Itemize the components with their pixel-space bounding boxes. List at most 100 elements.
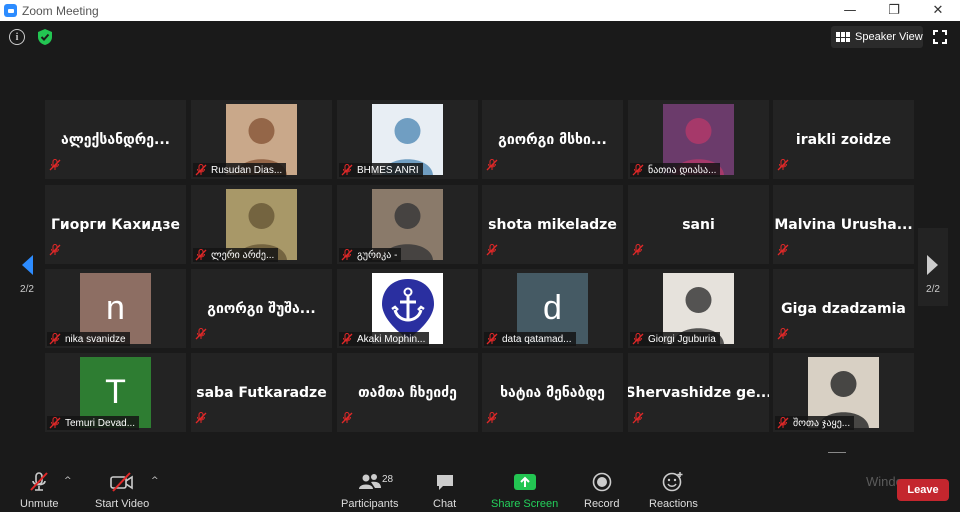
participant-tile[interactable]: გურიკა -	[337, 185, 478, 264]
maximize-button[interactable]: ❐	[872, 0, 916, 21]
muted-mic-icon	[195, 412, 207, 424]
mute-indicator	[486, 409, 502, 428]
fullscreen-icon[interactable]	[933, 30, 947, 44]
encryption-shield-icon[interactable]	[37, 28, 53, 46]
muted-mic-icon	[632, 244, 644, 256]
participant-tile[interactable]: გიორგი შუშა...	[191, 269, 332, 348]
speaker-view-label: Speaker View	[855, 31, 923, 43]
participant-display-name: გიორგი მსხი...	[498, 131, 607, 148]
participant-name-label: Temuri Devad...	[47, 416, 140, 430]
participant-display-name: თამთა ჩხეიძე	[358, 384, 457, 401]
participant-tile[interactable]: n nika svanidze	[45, 269, 186, 348]
muted-mic-icon	[486, 412, 498, 424]
reactions-label: Reactions	[649, 498, 698, 510]
participant-display-name: saba Futkaradze	[196, 384, 327, 401]
participant-tile[interactable]: ხატია მენაბდე	[482, 353, 623, 432]
next-page-nav[interactable]: 2/2	[918, 228, 948, 306]
participant-name-label: ლერი არძე...	[193, 248, 279, 262]
left-arrow-icon	[22, 255, 33, 275]
muted-mic-icon	[49, 159, 61, 171]
avatar-initial: d	[543, 289, 562, 327]
share-screen-label: Share Screen	[491, 498, 559, 510]
participant-tile[interactable]: შოთა ჯაყე...	[773, 353, 914, 432]
participant-name: nika svanidze	[65, 333, 126, 345]
muted-mic-icon	[777, 328, 789, 340]
participant-name-label: data qatamad...	[484, 332, 576, 346]
unmute-button[interactable]: Unmute	[20, 472, 59, 510]
start-video-label: Start Video	[95, 498, 150, 510]
avatar-initial: T	[105, 373, 126, 411]
muted-mic-icon	[777, 244, 789, 256]
muted-mic-icon	[777, 417, 789, 429]
participant-tile[interactable]: Akaki Mophin...	[337, 269, 478, 348]
mute-indicator	[49, 241, 65, 260]
participant-tile[interactable]: ლერი არძე...	[191, 185, 332, 264]
divider	[828, 452, 846, 453]
page-indicator-right: 2/2	[926, 284, 940, 295]
muted-mic-icon	[777, 159, 789, 171]
participant-display-name: ხატია მენაბდე	[500, 384, 605, 401]
audio-options-caret-icon[interactable]: ^	[64, 476, 72, 486]
window-controls: — ❐ ✕	[828, 0, 960, 21]
mute-indicator	[777, 241, 793, 260]
participant-tile[interactable]: Giga dzadzamia	[773, 269, 914, 348]
participant-tile[interactable]: გიორგი მსხი...	[482, 100, 623, 179]
unmute-label: Unmute	[20, 498, 59, 510]
muted-mic-icon	[632, 164, 644, 176]
grid-view-icon	[836, 32, 850, 42]
start-video-button[interactable]: Start Video	[95, 472, 149, 510]
participant-name-label: Akaki Mophin...	[339, 332, 430, 346]
close-button[interactable]: ✕	[916, 0, 960, 21]
participant-tile[interactable]: BHMES ANRI	[337, 100, 478, 179]
mute-indicator	[486, 156, 502, 175]
participant-tile[interactable]: Giorgi Jguburia	[628, 269, 769, 348]
participant-tile[interactable]: sani	[628, 185, 769, 264]
record-button[interactable]: Record	[584, 472, 619, 510]
participant-tile[interactable]: თამთა ჩხეიძე	[337, 353, 478, 432]
right-arrow-icon	[927, 255, 938, 275]
participant-tile[interactable]: d data qatamad...	[482, 269, 623, 348]
muted-mic-icon	[341, 412, 353, 424]
participant-name: ნათია დიასა...	[648, 164, 717, 176]
mute-indicator	[632, 241, 648, 260]
mute-indicator	[341, 409, 357, 428]
participant-name-label: Rusudan Dias...	[193, 163, 287, 177]
participants-label: Participants	[341, 498, 399, 510]
previous-page-nav[interactable]: 2/2	[12, 228, 42, 306]
participant-name: BHMES ANRI	[357, 164, 419, 176]
mute-indicator	[195, 325, 211, 344]
participant-display-name: ალექსანდრე...	[61, 131, 170, 148]
participant-name: Rusudan Dias...	[211, 164, 283, 176]
meeting-info-icon[interactable]: i	[9, 29, 25, 45]
participant-tile[interactable]: Shervashidze ge...	[628, 353, 769, 432]
participant-name-label: ნათია დიასა...	[630, 163, 721, 177]
participant-display-name: Shervashidze ge...	[628, 384, 769, 401]
participant-tile[interactable]: ალექსანდრე...	[45, 100, 186, 179]
participant-tile[interactable]: shota mikeladze	[482, 185, 623, 264]
chat-button[interactable]: Chat	[433, 472, 456, 510]
participant-tile[interactable]: irakli zoidze	[773, 100, 914, 179]
page-indicator-left: 2/2	[20, 284, 34, 295]
leave-button[interactable]: Leave	[897, 479, 949, 501]
reactions-button[interactable]: Reactions	[649, 471, 698, 510]
participant-tile[interactable]: Rusudan Dias...	[191, 100, 332, 179]
participant-tile[interactable]: saba Futkaradze	[191, 353, 332, 432]
mute-indicator	[49, 156, 65, 175]
participant-tile[interactable]: Гиорги Кахидзе	[45, 185, 186, 264]
speaker-view-button[interactable]: Speaker View	[831, 26, 923, 48]
participant-name: Temuri Devad...	[65, 417, 136, 429]
video-off-icon	[110, 472, 133, 492]
participant-name: Akaki Mophin...	[357, 333, 426, 345]
participant-name-label: nika svanidze	[47, 332, 130, 346]
video-options-caret-icon[interactable]: ^	[151, 476, 159, 486]
share-screen-button[interactable]: Share Screen	[491, 474, 558, 510]
participant-name-label: BHMES ANRI	[339, 163, 423, 177]
mute-indicator	[777, 325, 793, 344]
muted-mic-icon	[486, 159, 498, 171]
record-label: Record	[584, 498, 620, 510]
participant-tile[interactable]: ნათია დიასა...	[628, 100, 769, 179]
participant-tile[interactable]: Malvina Urusha...	[773, 185, 914, 264]
minimize-button[interactable]: —	[828, 0, 872, 21]
chat-bubble-icon	[436, 475, 453, 490]
participant-tile[interactable]: T Temuri Devad...	[45, 353, 186, 432]
